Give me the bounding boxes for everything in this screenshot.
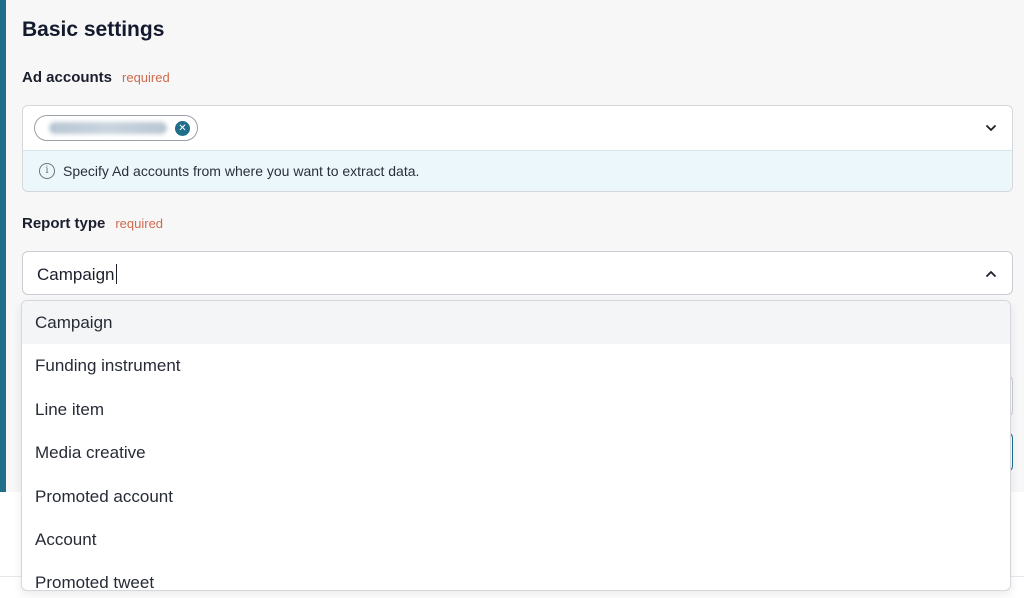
- dropdown-option-account[interactable]: Account: [22, 518, 1010, 561]
- report-type-dropdown-menu: Campaign Funding instrument Line item Me…: [21, 300, 1011, 591]
- report-type-label: Report type: [22, 215, 106, 232]
- ad-accounts-select-field[interactable]: ✕: [23, 106, 1012, 150]
- chevron-down-icon[interactable]: [984, 121, 998, 135]
- report-type-label-group: Report type required: [22, 215, 163, 232]
- ad-accounts-label-group: Ad accounts required: [22, 69, 170, 86]
- selected-account-chip[interactable]: ✕: [34, 115, 198, 141]
- report-type-value[interactable]: Campaign: [37, 264, 117, 285]
- dropdown-option-campaign[interactable]: Campaign: [22, 301, 1010, 344]
- dropdown-option-line-item[interactable]: Line item: [22, 388, 1010, 431]
- text-caret: [115, 264, 117, 284]
- selected-account-name-blurred: [49, 122, 167, 134]
- dropdown-option-funding-instrument[interactable]: Funding instrument: [22, 344, 1010, 387]
- report-type-select[interactable]: Campaign: [22, 251, 1013, 295]
- dropdown-option-promoted-tweet[interactable]: Promoted tweet: [22, 561, 1010, 591]
- section-title: Basic settings: [22, 18, 165, 41]
- info-icon: i: [39, 163, 55, 179]
- chevron-up-icon[interactable]: [984, 267, 998, 281]
- dropdown-option-media-creative[interactable]: Media creative: [22, 431, 1010, 474]
- ad-accounts-required-tag: required: [122, 70, 170, 85]
- ad-accounts-hint-text: Specify Ad accounts from where you want …: [63, 163, 420, 179]
- report-type-required-tag: required: [115, 216, 164, 231]
- ad-accounts-hint: i Specify Ad accounts from where you wan…: [23, 150, 1012, 191]
- close-circle-icon[interactable]: ✕: [175, 121, 190, 136]
- section-accent-bar: [0, 0, 6, 492]
- dropdown-option-promoted-account[interactable]: Promoted account: [22, 475, 1010, 518]
- ad-accounts-multiselect: ✕ i Specify Ad accounts from where you w…: [22, 105, 1013, 192]
- ad-accounts-label: Ad accounts: [22, 69, 113, 86]
